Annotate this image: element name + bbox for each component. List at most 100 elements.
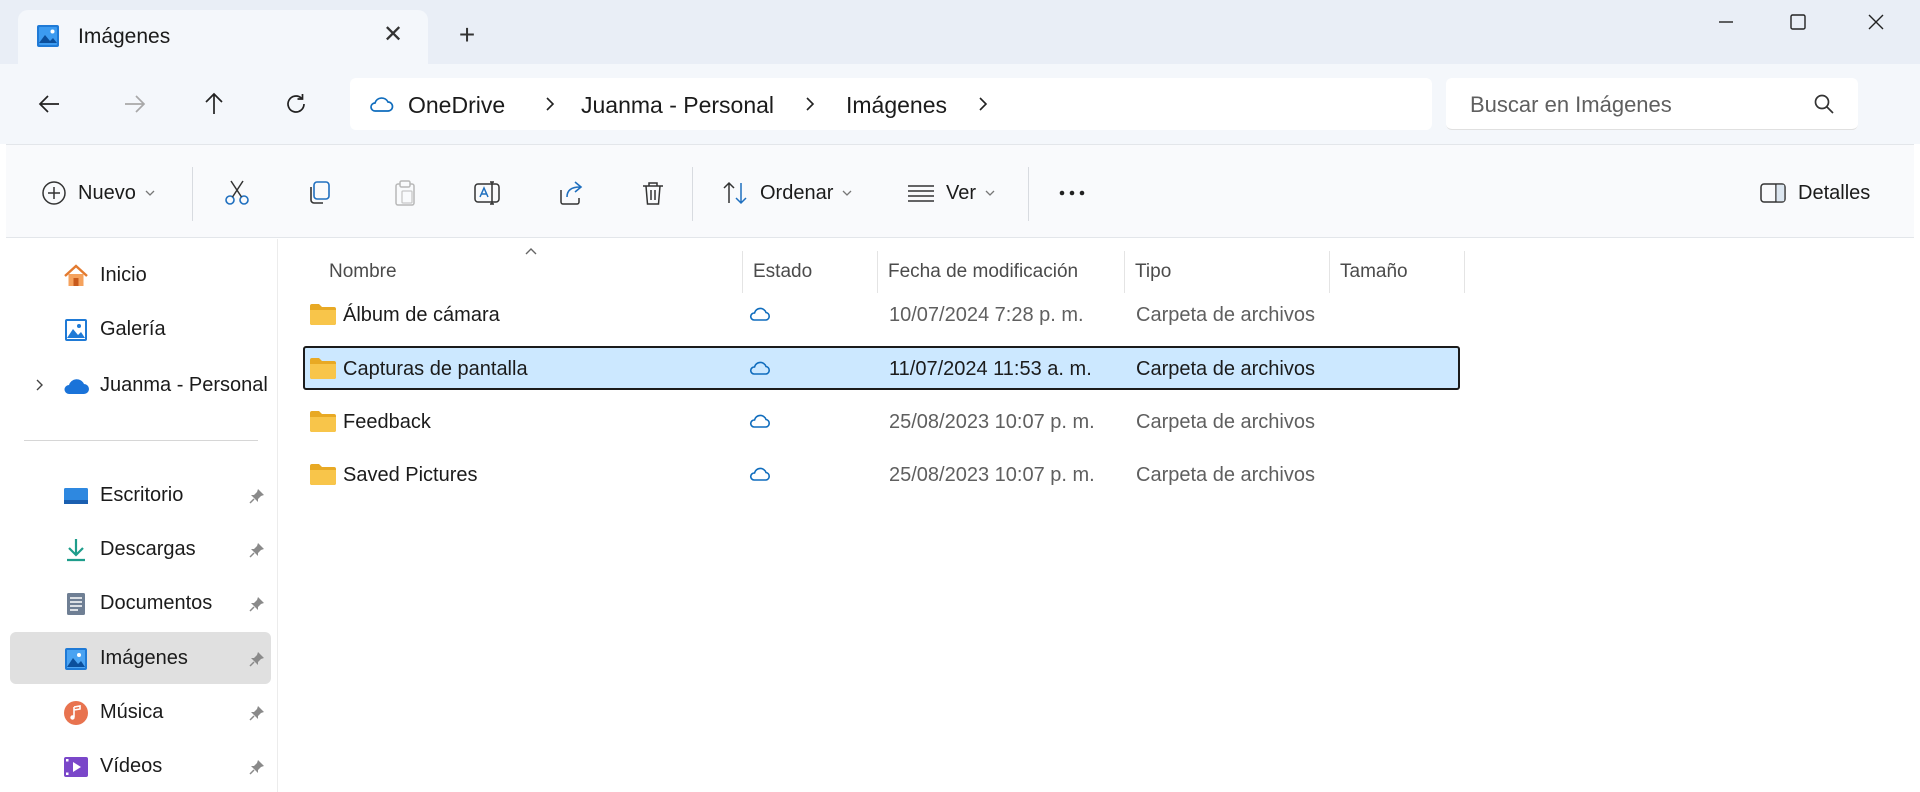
sidebar-item-musica[interactable]: Música [10,686,271,738]
cloud-icon [749,467,770,481]
close-window-button[interactable] [1836,0,1916,44]
title-bar: Imágenes ✕ + [0,0,1920,64]
folder-icon [310,358,336,379]
sidebar-item-videos[interactable]: Vídeos [10,740,271,792]
videos-icon [64,757,88,777]
table-row[interactable]: Feedback 25/08/2023 10:07 p. m. Carpeta … [303,399,1460,443]
table-row[interactable]: Capturas de pantalla 11/07/2024 11:53 a.… [303,346,1460,390]
refresh-icon [287,94,305,113]
copy-button[interactable] [304,175,334,211]
divider [692,167,693,221]
pin-icon[interactable] [248,595,266,613]
sidebar-item-label: Descargas [100,538,196,560]
rename-button[interactable] [472,175,502,211]
tab-imagenes[interactable]: Imágenes ✕ [18,10,428,64]
search-box[interactable]: Buscar en Imágenes [1446,78,1858,130]
address-bar[interactable]: OneDrive Juanma - Personal Imágenes [350,78,1432,130]
modified-date: 10/07/2024 7:28 p. m. [889,304,1084,326]
table-row[interactable]: Álbum de cámara 10/07/2024 7:28 p. m. Ca… [303,292,1460,336]
file-name: Saved Pictures [343,464,478,486]
close-tab-icon[interactable]: ✕ [380,22,406,48]
sidebar-item-label: Inicio [100,264,147,286]
pin-icon[interactable] [248,650,266,668]
sidebar-item-documentos[interactable]: Documentos [10,577,271,629]
rename-icon [474,181,500,205]
navigation-pane: Inicio Galería Juanma - Personal Escrito… [0,239,278,792]
maximize-button[interactable] [1758,0,1838,44]
table-row[interactable]: Saved Pictures 25/08/2023 10:07 p. m. Ca… [303,452,1460,496]
folder-icon [310,464,336,485]
forward-button[interactable] [116,86,152,122]
breadcrumb-onedrive[interactable]: OneDrive [408,92,505,119]
cut-button[interactable] [222,175,252,211]
sidebar-item-galeria[interactable]: Galería [10,303,271,355]
sidebar-item-inicio[interactable]: Inicio [10,249,271,301]
column-header-label: Nombre [329,261,397,282]
file-type: Carpeta de archivos [1136,304,1315,326]
modified-date: 25/08/2023 10:07 p. m. [889,464,1095,486]
cloud-icon [749,361,770,375]
pin-icon[interactable] [248,758,266,776]
new-tab-button[interactable]: + [452,20,482,50]
sidebar-item-label: Documentos [100,592,213,614]
sidebar-item-label: Escritorio [100,484,184,506]
file-name: Feedback [343,411,431,433]
sort-button[interactable]: Ordenar [720,175,853,211]
chevron-down-icon [145,190,155,196]
paste-button[interactable] [390,175,420,211]
view-button[interactable]: Ver [906,175,996,211]
sidebar-item-imagenes[interactable]: Imágenes [10,632,271,684]
breadcrumb-imagenes[interactable]: Imágenes [846,92,947,119]
folder-icon [310,411,336,432]
column-header-tamano[interactable]: Tamaño [1330,251,1464,293]
column-header-tipo[interactable]: Tipo [1125,251,1329,293]
sidebar-item-descargas[interactable]: Descargas [10,523,271,575]
cloud-icon [749,414,770,428]
details-button[interactable]: Detalles [1758,175,1870,211]
file-type: Carpeta de archivos [1136,411,1315,433]
search-input[interactable]: Buscar en Imágenes [1470,92,1672,118]
new-label: Nuevo [78,181,136,204]
scissors-icon [225,180,249,205]
sidebar-item-label: Música [100,701,164,723]
sidebar-item-juanma-personal[interactable]: Juanma - Personal [10,359,271,411]
pin-icon[interactable] [248,704,266,722]
gallery-icon [65,319,87,341]
onedrive-cloud-icon [370,97,394,112]
sidebar-item-escritorio[interactable]: Escritorio [10,469,271,521]
column-header-fecha[interactable]: Fecha de modificación [878,251,1124,293]
divider [192,167,193,221]
sidebar-divider [24,440,258,441]
sort-label: Ordenar [760,181,834,204]
column-divider[interactable] [1464,251,1465,293]
more-options-button[interactable] [1056,175,1088,211]
column-header-label: Tamaño [1340,261,1408,282]
documents-icon [67,593,85,615]
breadcrumb-juanma-personal[interactable]: Juanma - Personal [581,92,774,119]
refresh-button[interactable] [278,86,314,122]
back-button[interactable] [32,86,68,122]
close-icon [1868,14,1884,30]
minimize-icon [1719,21,1733,23]
search-icon[interactable] [1812,92,1836,116]
chevron-right-icon[interactable] [32,377,48,393]
column-header-nombre[interactable]: Nombre [279,248,742,293]
new-button[interactable]: Nuevo [40,175,156,211]
sidebar-item-label: Juanma - Personal [100,374,268,396]
pin-icon[interactable] [248,487,266,505]
onedrive-cloud-icon [64,379,89,394]
music-icon [64,701,88,725]
sort-ascending-icon [525,248,537,255]
up-button[interactable] [196,86,232,122]
chevron-right-icon[interactable] [800,94,820,114]
minimize-button[interactable] [1686,0,1766,44]
downloads-icon [67,539,85,562]
chevron-right-icon[interactable] [973,94,993,114]
trash-icon [643,182,663,205]
pin-icon[interactable] [248,541,266,559]
delete-button[interactable] [638,175,668,211]
chevron-right-icon[interactable] [540,94,560,114]
maximize-icon [1790,14,1806,30]
column-header-estado[interactable]: Estado [743,251,877,293]
share-button[interactable] [556,175,586,211]
